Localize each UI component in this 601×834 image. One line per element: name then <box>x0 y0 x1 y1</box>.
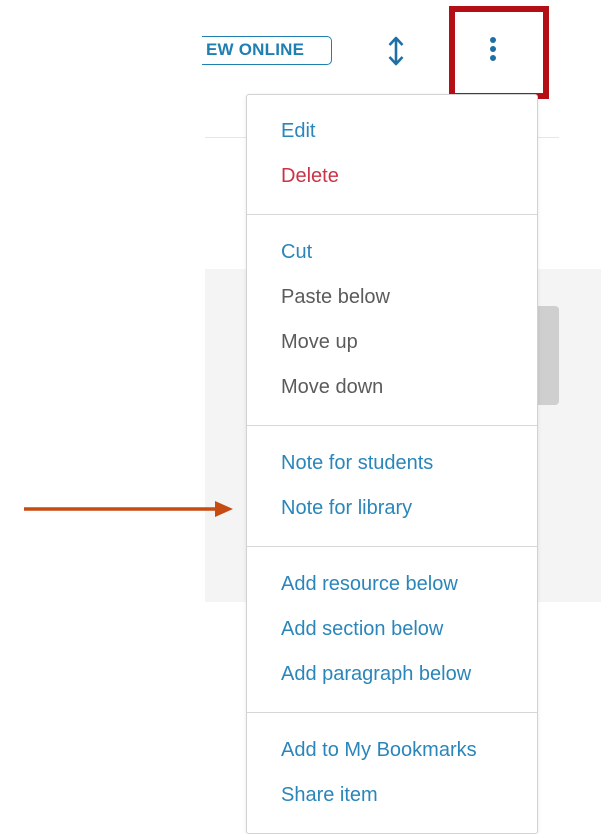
menu-item-note-for-students[interactable]: Note for students <box>247 441 537 486</box>
menu-item-add-resource-below[interactable]: Add resource below <box>247 562 537 607</box>
menu-item-delete[interactable]: Delete <box>247 154 537 199</box>
menu-item-add-section-below[interactable]: Add section below <box>247 607 537 652</box>
more-actions-menu: Edit Delete Cut Paste below Move up Move… <box>246 94 538 834</box>
content-side-tab <box>536 306 559 405</box>
menu-item-paste-below[interactable]: Paste below <box>247 275 537 320</box>
menu-item-edit[interactable]: Edit <box>247 109 537 154</box>
menu-item-share-item[interactable]: Share item <box>247 773 537 818</box>
menu-group-add: Add resource below Add section below Add… <box>247 547 537 713</box>
menu-item-add-to-my-bookmarks[interactable]: Add to My Bookmarks <box>247 728 537 773</box>
menu-item-add-paragraph-below[interactable]: Add paragraph below <box>247 652 537 697</box>
menu-group-notes: Note for students Note for library <box>247 426 537 547</box>
menu-item-move-up[interactable]: Move up <box>247 320 537 365</box>
menu-item-move-down[interactable]: Move down <box>247 365 537 410</box>
annotation-arrow-icon <box>24 501 233 517</box>
menu-group-share: Add to My Bookmarks Share item <box>247 713 537 818</box>
menu-group-move: Cut Paste below Move up Move down <box>247 215 537 426</box>
view-online-button[interactable]: EW ONLINE <box>202 36 332 65</box>
menu-group-edit: Edit Delete <box>247 95 537 215</box>
menu-item-note-for-library[interactable]: Note for library <box>247 486 537 531</box>
vertical-arrows-icon[interactable] <box>386 35 406 67</box>
menu-item-cut[interactable]: Cut <box>247 230 537 275</box>
kebab-icon[interactable] <box>479 30 509 70</box>
